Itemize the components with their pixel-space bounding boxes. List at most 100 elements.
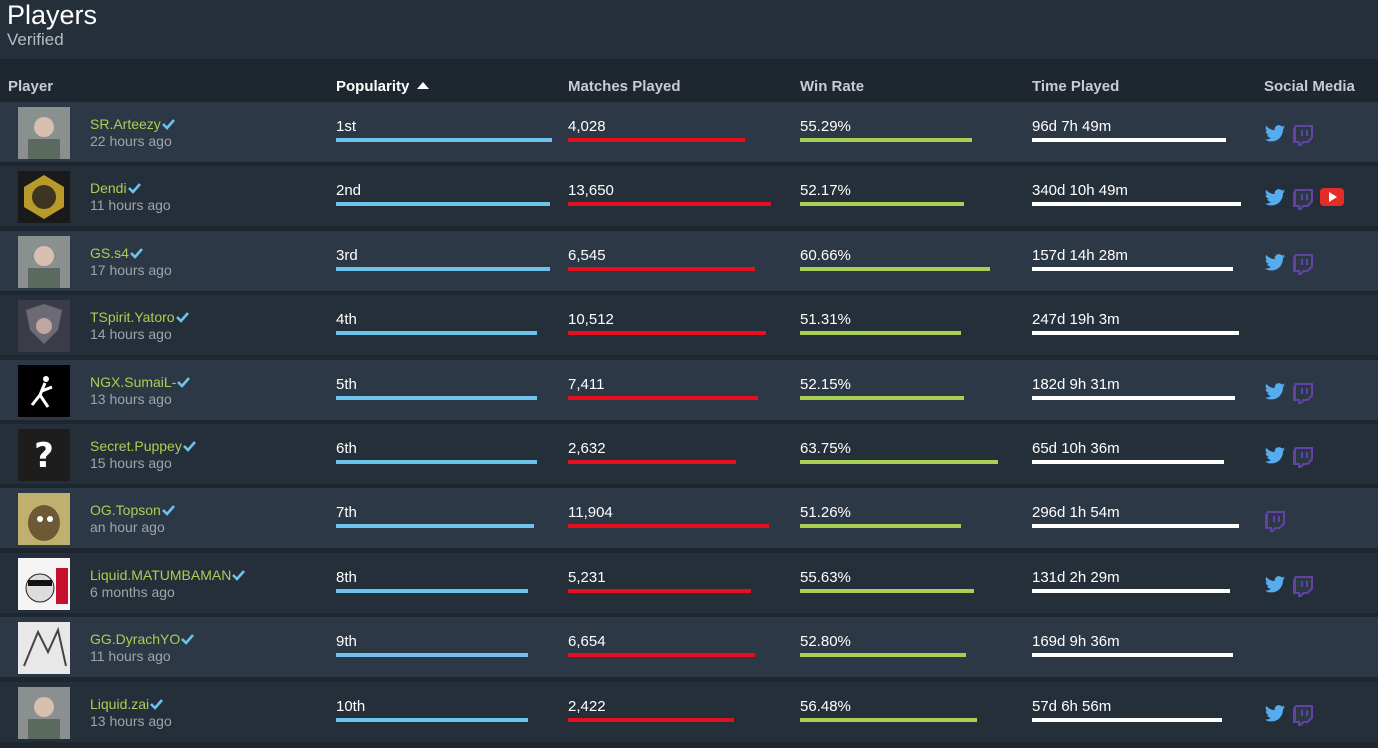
avatar[interactable] — [18, 107, 70, 159]
table-row[interactable]: Liquid.MATUMBAMAN 6 months ago 8th 5,231 55.… — [0, 552, 1378, 613]
last-match-time: 6 months ago — [90, 583, 175, 600]
player-name: TSpirit.Yatoro — [90, 309, 175, 326]
twitch-icon[interactable] — [1264, 510, 1286, 533]
win-rate: 56.48% — [800, 697, 851, 715]
verified-check-icon — [175, 310, 189, 324]
time-played-bar — [1032, 138, 1226, 142]
last-match-time: 13 hours ago — [90, 712, 172, 729]
table-row[interactable]: ? Secret.Puppey 15 hours ago 6th 2,632 63.75%… — [0, 424, 1378, 484]
page-title: Players — [7, 0, 98, 30]
column-header-popularity[interactable]: Popularity — [336, 78, 430, 95]
player-name: Liquid.zai — [90, 695, 150, 712]
win-rate: 55.63% — [800, 568, 851, 586]
player-name-link[interactable]: GG.DyrachYO — [90, 631, 195, 647]
twitter-icon[interactable] — [1264, 704, 1286, 726]
matches-bar — [568, 266, 755, 271]
win-rate-bar — [800, 331, 961, 336]
twitch-icon[interactable] — [1292, 382, 1314, 404]
verified-check-icon — [127, 181, 141, 195]
table-row[interactable]: TSpirit.Yatoro 14 hours ago 4th 10,512 51.31… — [0, 295, 1378, 356]
column-header-social[interactable]: Social Media — [1264, 78, 1355, 95]
matches-played: 13,650 — [568, 182, 614, 200]
table-row[interactable]: GG.DyrachYO 11 hours ago 9th 6,654 52.80% 169… — [0, 617, 1378, 678]
time-played: 247d 19h 3m — [1032, 311, 1120, 329]
twitter-icon[interactable] — [1264, 124, 1286, 146]
twitter-icon[interactable] — [1264, 575, 1286, 597]
popularity-bar — [336, 202, 550, 207]
avatar[interactable] — [18, 493, 70, 546]
twitch-icon[interactable] — [1292, 446, 1314, 468]
avatar[interactable] — [18, 686, 70, 739]
table-row[interactable]: OG.Topson an hour ago 7th 11,904 51.26% 296d … — [0, 488, 1378, 549]
twitter-icon[interactable] — [1264, 253, 1286, 275]
player-name-link[interactable]: NGX.SumaiL- — [90, 374, 191, 390]
verified-check-icon — [182, 439, 196, 452]
player-name-link[interactable]: GS.s4 — [90, 244, 143, 261]
twitch-icon[interactable] — [1292, 124, 1314, 146]
player-name: GS.s4 — [90, 244, 129, 261]
player-name-link[interactable]: SR.Arteezy — [90, 116, 175, 132]
anime-icon — [18, 300, 70, 353]
divider — [0, 59, 1378, 66]
win-rate: 52.15% — [800, 375, 851, 393]
player-name-link[interactable]: Liquid.MATUMBAMAN — [90, 567, 246, 583]
table-row[interactable]: NGX.SumaiL- 13 hours ago 5th 7,411 52.15% 182… — [0, 359, 1378, 420]
twitch-icon[interactable] — [1292, 188, 1314, 211]
twitter-icon[interactable] — [1264, 446, 1286, 468]
time-played: 157d 14h 28m — [1032, 246, 1128, 264]
avatar[interactable] — [18, 171, 70, 224]
player-name-link[interactable]: TSpirit.Yatoro — [90, 309, 189, 326]
twitch-icon[interactable] — [1292, 253, 1314, 275]
meme-icon — [18, 557, 70, 610]
player-name-link[interactable]: OG.Topson — [90, 502, 175, 519]
popularity-bar — [336, 588, 528, 593]
popularity-rank: 8th — [336, 568, 357, 586]
avatar[interactable] — [18, 364, 70, 417]
popularity-rank: 10th — [336, 697, 366, 715]
twitch-icon[interactable] — [1292, 575, 1314, 597]
player-name: OG.Topson — [90, 502, 161, 519]
win-rate: 51.26% — [800, 504, 851, 522]
popularity-bar — [336, 331, 537, 336]
table-row[interactable]: Liquid.zai 13 hours ago 10th 2,422 56.48% 57d… — [0, 681, 1378, 742]
matches-bar — [568, 460, 736, 464]
table-row[interactable]: GS.s4 17 hours ago 3rd 6,545 60.66% 157d 14h … — [0, 230, 1378, 291]
player-name-link[interactable]: Liquid.zai — [90, 695, 164, 712]
youtube-icon[interactable] — [1320, 188, 1344, 210]
table-row[interactable]: SR.Arteezy 22 hours ago 1st 4,028 55.29% 96d … — [0, 102, 1378, 162]
twitch-icon[interactable] — [1292, 704, 1314, 726]
twitter-icon[interactable] — [1264, 382, 1286, 404]
player-name: Secret.Puppey — [90, 438, 182, 454]
twitter-icon[interactable] — [1264, 188, 1286, 210]
matches-bar — [568, 202, 771, 207]
column-header-time[interactable]: Time Played — [1032, 78, 1119, 95]
avatar[interactable] — [18, 235, 70, 288]
table-row[interactable]: Dendi 11 hours ago 2nd 13,650 52.17% 340d 10h… — [0, 166, 1378, 227]
svg-text:?: ? — [34, 436, 54, 476]
last-match-time: 13 hours ago — [90, 390, 172, 407]
page-subtitle: Verified — [7, 30, 64, 49]
matches-played: 7,411 — [568, 375, 605, 393]
win-rate-bar — [800, 395, 964, 400]
column-header-player[interactable]: Player — [8, 78, 53, 95]
player-name-link[interactable]: Dendi — [90, 180, 141, 197]
question-icon: ? — [18, 429, 70, 481]
avatar[interactable] — [18, 557, 70, 610]
time-played-bar — [1032, 331, 1239, 336]
time-played-bar — [1032, 588, 1230, 593]
time-played: 57d 6h 56m — [1032, 697, 1112, 715]
player-name: Dendi — [90, 180, 127, 197]
player-name-link[interactable]: Secret.Puppey — [90, 438, 196, 454]
win-rate-bar — [800, 653, 966, 658]
avatar[interactable]: ? — [18, 429, 70, 481]
time-played-bar — [1032, 266, 1233, 271]
time-played-bar — [1032, 460, 1224, 464]
column-header-matches[interactable]: Matches Played — [568, 78, 681, 95]
avatar[interactable] — [18, 300, 70, 353]
table-header: Player Popularity Matches Played Win Rat… — [0, 66, 1378, 102]
avatar[interactable] — [18, 622, 70, 675]
matches-bar — [568, 524, 769, 529]
matches-played: 4,028 — [568, 118, 606, 135]
column-header-winrate[interactable]: Win Rate — [800, 78, 864, 95]
popularity-rank: 4th — [336, 311, 357, 329]
